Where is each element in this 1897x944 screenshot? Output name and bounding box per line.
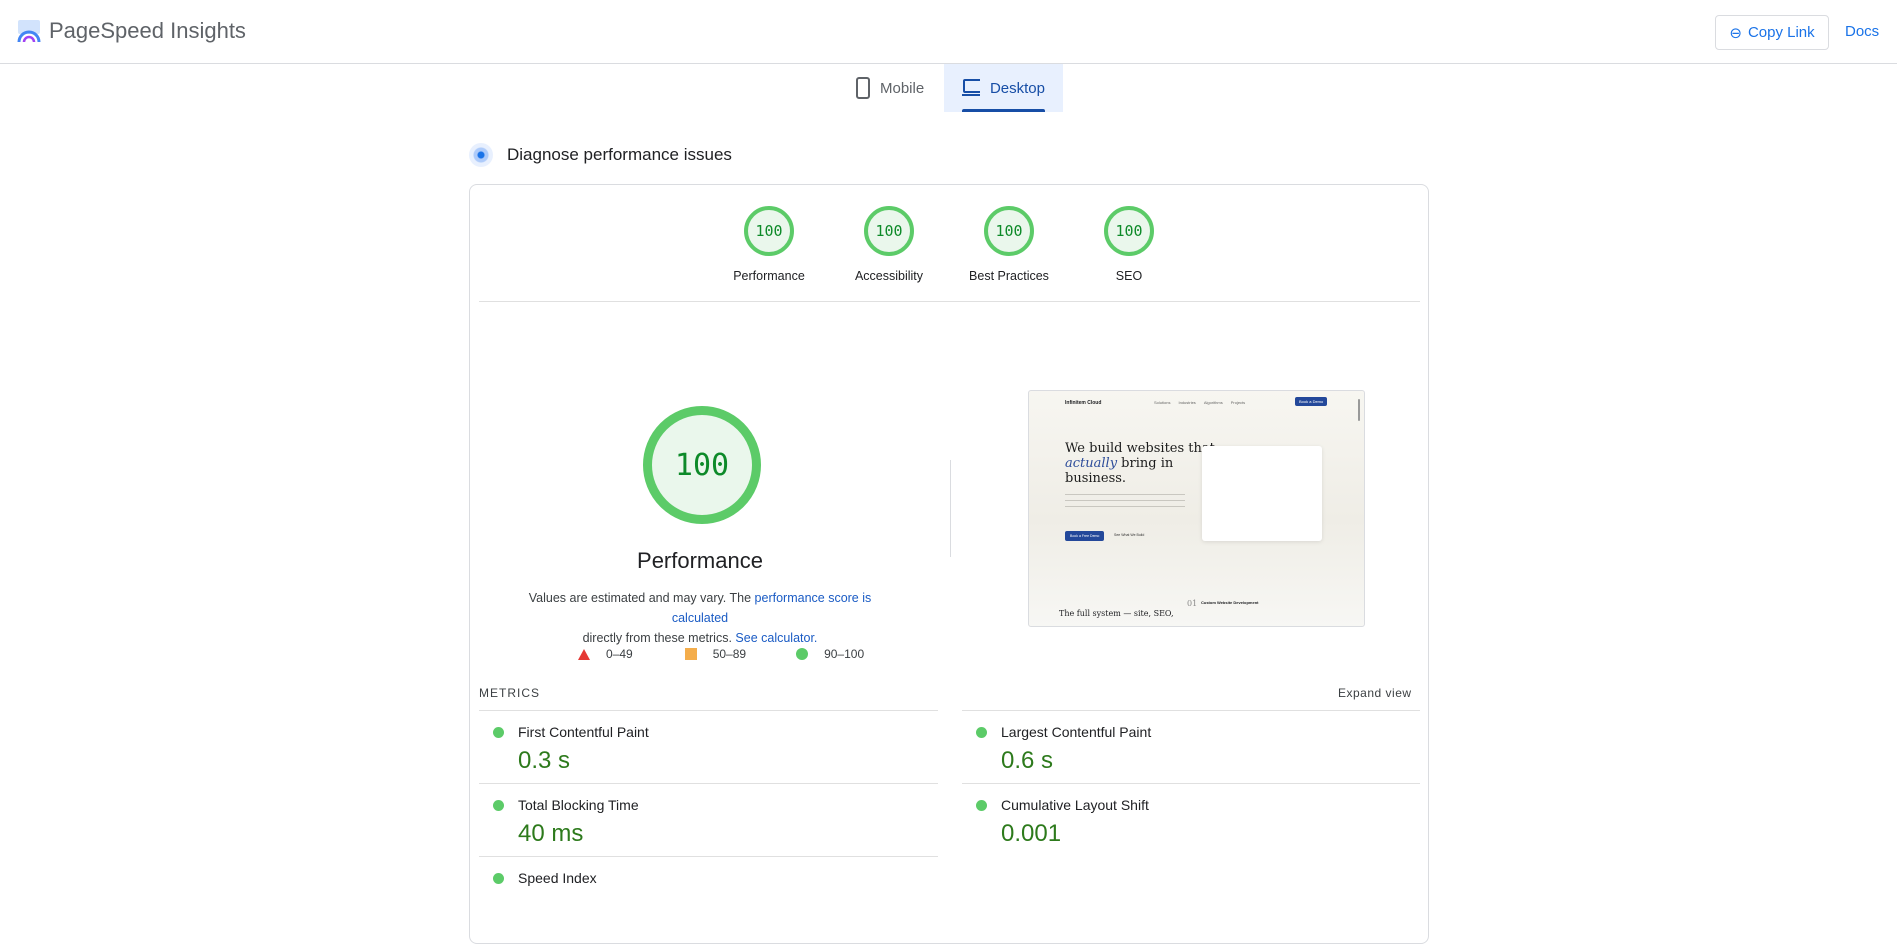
- section-title: Diagnose performance issues: [507, 145, 732, 164]
- thumb-secondary-button: See What We Build: [1114, 533, 1145, 537]
- thumb-headline-em: actually: [1065, 456, 1118, 471]
- app-title: PageSpeed Insights: [49, 18, 246, 43]
- legend-label: 50–89: [712, 647, 747, 661]
- metric-label: Total Blocking Time: [518, 797, 639, 813]
- expand-view-toggle[interactable]: Expand view: [1338, 686, 1412, 700]
- thumb-primary-button: Book a Free Demo: [1065, 531, 1105, 541]
- metric-label: Speed Index: [518, 870, 597, 886]
- thumb-headline-text: bring in: [1117, 456, 1174, 471]
- link-icon: ⊖: [1729, 24, 1742, 42]
- category-gauge-accessibility[interactable]: 100: [864, 206, 914, 256]
- see-calculator-link[interactable]: See calculator.: [735, 631, 817, 645]
- score-note: Values are estimated and may vary. The p…: [500, 588, 900, 648]
- thumb-service: Custom Website Development: [1201, 600, 1259, 605]
- metric-value: 40 ms: [518, 820, 584, 847]
- tab-desktop[interactable]: Desktop: [944, 64, 1063, 112]
- thumb-headline: We build websites that actually bring in b…: [1065, 441, 1215, 486]
- metric-fcp: First Contentful Paint 0.3 s: [479, 711, 938, 783]
- thumb-section-title: The full system — site, SEO,: [1059, 609, 1174, 618]
- pass-circle-icon: [493, 727, 504, 738]
- metric-label: First Contentful Paint: [518, 724, 649, 740]
- score-legend: 0–49 50–89 90–100: [578, 647, 872, 661]
- note-text: Values are estimated and may vary. The: [528, 591, 755, 605]
- pass-circle-icon: [796, 648, 809, 660]
- thumb-number: 01: [1187, 599, 1198, 608]
- category-label: Best Practices: [969, 269, 1049, 283]
- thumb-nav: Solutions Industries Algorithms Projects: [1154, 400, 1245, 405]
- thumb-growth-card: [1202, 446, 1322, 541]
- mobile-phone-icon: [856, 77, 870, 99]
- final-screenshot-thumbnail: Infinitem Cloud Solutions Industries Algor…: [1028, 390, 1365, 627]
- legend-label: 0–49: [606, 647, 633, 661]
- pagespeed-logo-icon: [17, 20, 41, 43]
- average-square-icon: [684, 648, 697, 660]
- metric-label: Largest Contentful Paint: [1001, 724, 1152, 740]
- legend-label: 90–100: [824, 647, 865, 661]
- thumb-nav-item: Algorithms: [1203, 400, 1223, 405]
- copy-link-button[interactable]: ⊖ Copy Link: [1715, 15, 1829, 50]
- fail-triangle-icon: [578, 648, 590, 660]
- docs-link[interactable]: Docs: [1845, 23, 1879, 40]
- thumb-paragraph: [1065, 491, 1185, 509]
- app-header: PageSpeed Insights ⊖ Copy Link Docs: [0, 0, 1897, 64]
- thumb-nav-item: Solutions: [1154, 400, 1171, 405]
- divider: [479, 301, 1420, 302]
- thumb-nav-item: Projects: [1230, 400, 1246, 405]
- note-text: directly from these metrics.: [582, 631, 736, 645]
- pass-circle-icon: [493, 800, 504, 811]
- metric-lcp: Largest Contentful Paint 0.6 s: [962, 711, 1421, 783]
- thumb-headline-text: business.: [1065, 471, 1127, 486]
- metric-value: 0.3 s: [518, 747, 571, 774]
- performance-title: Performance: [637, 548, 763, 573]
- laptop-icon: [962, 79, 980, 96]
- category-label: Accessibility: [854, 269, 924, 283]
- copy-link-label: Copy Link: [1747, 24, 1815, 41]
- metrics-heading: METRICS: [479, 686, 540, 700]
- metric-value: 0.001: [1001, 820, 1062, 847]
- thumb-headline-text: We build websites that: [1065, 441, 1215, 456]
- metric-value: 0.6 s: [1001, 747, 1054, 774]
- metric-cls: Cumulative Layout Shift 0.001: [962, 784, 1421, 856]
- vertical-divider: [950, 460, 951, 557]
- tab-mobile[interactable]: Mobile: [838, 64, 942, 112]
- thumb-cta: Book a Demo: [1295, 397, 1328, 406]
- category-gauge-performance[interactable]: 100: [744, 206, 794, 256]
- tab-label: Mobile: [880, 79, 925, 97]
- performance-score-gauge: 100: [643, 406, 761, 524]
- thumb-nav-item: Industries: [1178, 400, 1196, 405]
- category-label: SEO: [1115, 269, 1143, 283]
- pass-circle-icon: [976, 800, 987, 811]
- thumb-scrollbar: [1358, 399, 1360, 421]
- category-gauge-best-practices[interactable]: 100: [984, 206, 1034, 256]
- metric-label: Cumulative Layout Shift: [1001, 797, 1149, 813]
- category-gauge-seo[interactable]: 100: [1104, 206, 1154, 256]
- category-label: Performance: [733, 269, 805, 283]
- tab-label: Desktop: [989, 79, 1045, 97]
- section-heading: Diagnose performance issues: [469, 143, 732, 167]
- diagnose-icon: [469, 143, 493, 167]
- thumb-brand: Infinitem Cloud: [1065, 400, 1102, 406]
- metric-tbt: Total Blocking Time 40 ms: [479, 784, 938, 856]
- metric-speed-index: Speed Index: [479, 857, 938, 929]
- pass-circle-icon: [493, 873, 504, 884]
- pass-circle-icon: [976, 727, 987, 738]
